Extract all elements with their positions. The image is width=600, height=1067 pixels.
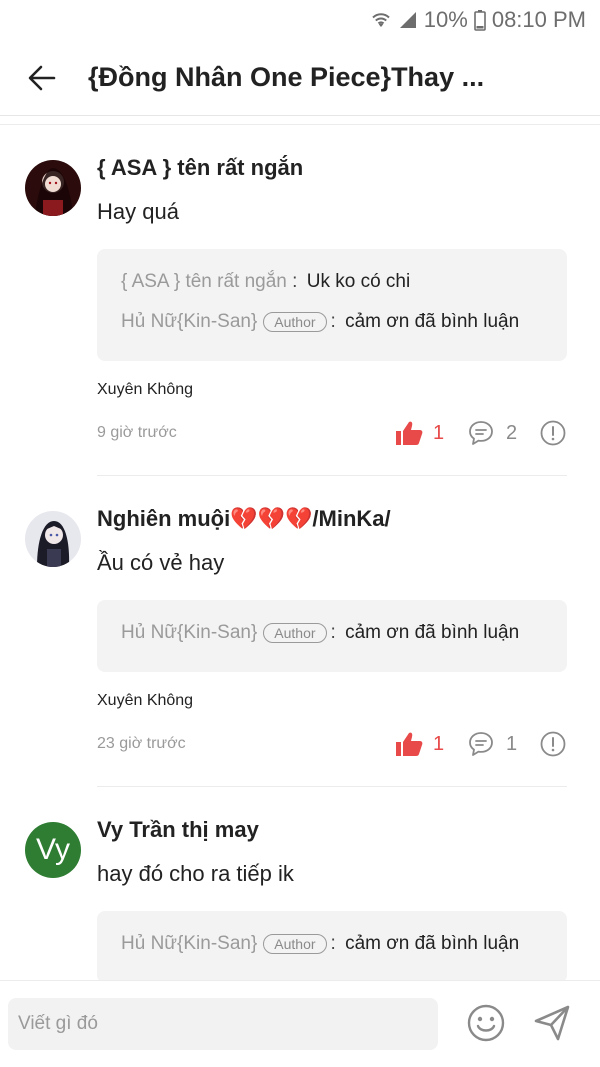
reply-author[interactable]: Hủ Nữ{Kin-San} [121, 933, 257, 955]
battery-icon [474, 9, 486, 31]
reply-item: Hủ Nữ{Kin-San} Author : cảm ơn đã bình l… [121, 622, 519, 644]
reply-item: Hủ Nữ{Kin-San} Author : cảm ơn đã bình l… [121, 933, 519, 955]
status-indicators: 10% 08:10 PM [370, 6, 586, 34]
reply-text: cảm ơn đã bình luận [345, 933, 520, 954]
comment-icon [469, 421, 493, 445]
like-button[interactable]: 1 [395, 419, 444, 447]
comment-username[interactable]: { ASA } tên rất ngắn [97, 155, 303, 181]
reply-count: 2 [506, 421, 518, 444]
author-badge: Author [263, 312, 327, 332]
reply-box[interactable]: Hủ Nữ{Kin-San} Author : cảm ơn đã bình l… [97, 600, 567, 672]
reply-button[interactable]: 2 [468, 419, 517, 447]
story-tag[interactable]: Xuyên Không [97, 381, 193, 399]
comment-item: Vy Vy Trần thị may hay đó cho ra tiếp ik… [0, 787, 600, 980]
story-tag[interactable]: Xuyên Không [97, 692, 193, 710]
status-bar: 10% 08:10 PM [0, 0, 600, 40]
reply-author[interactable]: Hủ Nữ{Kin-San} [121, 311, 257, 333]
reply-separator: : [330, 311, 342, 332]
thumbs-up-icon [396, 421, 423, 445]
wifi-icon [370, 9, 392, 31]
avatar[interactable]: Vy [25, 822, 81, 878]
comment-text: Ầu có vẻ hay [97, 550, 225, 575]
alert-circle-icon [540, 731, 566, 757]
like-count: 1 [433, 421, 445, 444]
reply-button[interactable]: 1 [468, 730, 517, 758]
reply-separator: : [286, 271, 303, 292]
report-button[interactable] [540, 419, 566, 447]
comment-input[interactable] [8, 998, 438, 1050]
battery-percent: 10% [423, 7, 468, 32]
comment-item: { ASA } tên rất ngắn Hay quá { ASA } tên… [0, 125, 600, 476]
app-bar: {Đồng Nhân One Piece}Thay ... [0, 40, 600, 116]
emoji-button[interactable] [466, 1003, 506, 1043]
comment-composer [0, 980, 600, 1067]
comment-username[interactable]: Vy Trần thị may [97, 817, 259, 843]
avatar[interactable] [25, 511, 81, 567]
reply-box[interactable]: { ASA } tên rất ngắn : Uk ko có chi Hủ N… [97, 249, 567, 361]
report-button[interactable] [540, 730, 566, 758]
thumbs-up-icon [396, 732, 423, 756]
reply-text: cảm ơn đã bình luận [345, 622, 520, 643]
comment-text: Hay quá [97, 199, 179, 224]
comment-list[interactable]: { ASA } tên rất ngắn Hay quá { ASA } tên… [0, 125, 600, 980]
author-badge: Author [263, 934, 327, 954]
reply-author[interactable]: Hủ Nữ{Kin-San} [121, 622, 257, 644]
clock: 08:10 PM [491, 7, 586, 32]
comment-text: hay đó cho ra tiếp ik [97, 861, 294, 886]
reply-item: { ASA } tên rất ngắn : Uk ko có chi [121, 271, 410, 293]
like-button[interactable]: 1 [395, 730, 444, 758]
comment-icon [469, 732, 493, 756]
send-button[interactable] [532, 1003, 572, 1043]
author-badge: Author [263, 623, 327, 643]
reply-box[interactable]: Hủ Nữ{Kin-San} Author : cảm ơn đã bình l… [97, 911, 567, 980]
reply-separator: : [330, 622, 342, 643]
reply-text: cảm ơn đã bình luận [345, 311, 520, 332]
arrow-left-icon [28, 65, 56, 91]
signal-icon [398, 10, 418, 30]
reply-text: Uk ko có chi [306, 271, 411, 292]
comment-item: Nghiên muội💔💔💔/MinKa/ Ầu có vẻ hay Hủ Nữ… [0, 476, 600, 787]
reply-author[interactable]: { ASA } tên rất ngắn [121, 271, 287, 293]
send-icon [534, 1005, 570, 1041]
reply-separator: : [330, 933, 342, 954]
alert-circle-icon [540, 420, 566, 446]
comment-time: 23 giờ trước [97, 735, 186, 752]
avatar[interactable] [25, 160, 81, 216]
reply-count: 1 [506, 732, 518, 755]
page-title: {Đồng Nhân One Piece}Thay ... [88, 62, 485, 92]
comment-username[interactable]: Nghiên muội💔💔💔/MinKa/ [97, 506, 391, 532]
comment-time: 9 giờ trước [97, 424, 177, 441]
like-count: 1 [433, 732, 445, 755]
smiley-icon [467, 1004, 505, 1042]
back-button[interactable] [22, 58, 62, 98]
reply-item: Hủ Nữ{Kin-San} Author : cảm ơn đã bình l… [121, 311, 519, 333]
